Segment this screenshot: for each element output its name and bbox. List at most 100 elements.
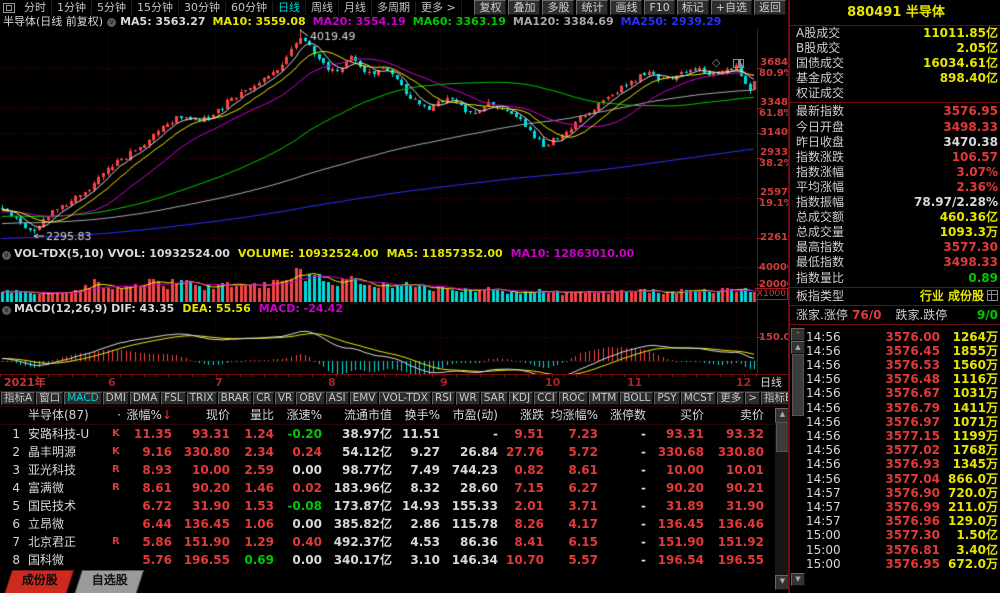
- column-header-流通市值[interactable]: 流通市值: [326, 406, 396, 424]
- indicator-tab-CCI[interactable]: CCI: [534, 392, 558, 405]
- period-tab-月线[interactable]: 月线: [339, 1, 372, 15]
- column-header-涨幅%[interactable]: 涨幅%↓: [126, 406, 176, 424]
- column-header-换手%[interactable]: 换手%: [396, 406, 444, 424]
- action-button-标记[interactable]: 标记: [677, 0, 709, 15]
- diamond-tool-icon[interactable]: ◇: [712, 57, 720, 68]
- period-tab-更多 >[interactable]: 更多 >: [416, 1, 462, 15]
- indicator-tab-ASI[interactable]: ASI: [326, 392, 349, 405]
- indicator-tab-MACD[interactable]: MACD: [64, 392, 101, 405]
- period-tab-60分钟[interactable]: 60分钟: [226, 1, 273, 15]
- tick-scrollbar[interactable]: - ▲ ▼: [791, 328, 803, 584]
- pane-label-item: MACD: -24.42: [259, 302, 343, 315]
- table-row[interactable]: 3亚光科技R8.9310.002.590.0098.77亿7.49744.230…: [0, 461, 774, 479]
- period-tab-1分钟[interactable]: 1分钟: [52, 1, 92, 15]
- indicator-tab-KDJ[interactable]: KDJ: [509, 392, 533, 405]
- column-header-涨跌[interactable]: 涨跌: [502, 406, 548, 424]
- indicator-tab-FSL[interactable]: FSL: [161, 392, 185, 405]
- window-icon[interactable]: [3, 3, 15, 13]
- bottom-tab-成份股[interactable]: 成份股: [4, 570, 74, 593]
- action-button-叠加[interactable]: 叠加: [508, 0, 540, 15]
- period-tab-日线[interactable]: 日线: [273, 1, 306, 15]
- period-tab-30分钟[interactable]: 30分钟: [179, 1, 226, 15]
- indicator-tab-RSI[interactable]: RSI: [432, 392, 455, 405]
- indicator-tab-指标A[interactable]: 指标A: [1, 392, 35, 405]
- tick-row: 14:563576.451855万: [806, 344, 998, 358]
- table-row[interactable]: 5国民技术6.7231.901.53-0.08173.87亿14.93155.3…: [0, 497, 774, 515]
- month-label: 9: [440, 375, 448, 391]
- indicator-tab-PSY[interactable]: PSY: [654, 392, 679, 405]
- column-header-涨速%[interactable]: 涨速%: [278, 406, 326, 424]
- table-row[interactable]: 4富满微R8.6190.201.460.02183.96亿8.3228.607.…: [0, 479, 774, 497]
- tick-row: 14:563576.531560万: [806, 358, 998, 372]
- table-scrollbar[interactable]: ▲ ▼: [775, 408, 788, 590]
- bottom-tab-自选股[interactable]: 自选股: [74, 570, 144, 593]
- column-header-量比[interactable]: 量比: [234, 406, 278, 424]
- action-button-返回[interactable]: 返回: [754, 0, 786, 15]
- grid-icon[interactable]: [987, 290, 998, 301]
- table-row[interactable]: 8国科微5.76196.550.690.00340.17亿3.10146.341…: [0, 551, 774, 569]
- indicator-tab-WR[interactable]: WR: [456, 392, 480, 405]
- period-tab-分时[interactable]: 分时: [19, 1, 52, 15]
- indicator-tab-VR[interactable]: VR: [275, 392, 295, 405]
- action-button-F10[interactable]: F10: [644, 0, 674, 15]
- table-row[interactable]: 6立昂微6.44136.451.060.00385.82亿2.86115.788…: [0, 515, 774, 533]
- tick-row: 15:003577.301.50亿: [806, 528, 998, 542]
- period-tab-周线[interactable]: 周线: [306, 1, 339, 15]
- scroll-up-icon[interactable]: ▲: [791, 341, 805, 354]
- column-header-涨停数[interactable]: 涨停数: [602, 406, 650, 424]
- action-button-多股[interactable]: 多股: [542, 0, 574, 15]
- column-header-市盈(动)[interactable]: 市盈(动): [444, 406, 502, 424]
- indicator-tab-MTM[interactable]: MTM: [589, 392, 620, 405]
- table-group-header[interactable]: 半导体(87): [24, 406, 112, 424]
- indicator-tab-DMA[interactable]: DMA: [130, 392, 160, 405]
- minimize-icon[interactable]: -: [791, 328, 805, 341]
- month-label: 10: [545, 375, 560, 391]
- indicator-tab-VOL-TDX[interactable]: VOL-TDX: [379, 392, 430, 405]
- indicator-tab-TRIX[interactable]: TRIX: [187, 392, 217, 405]
- indicator-tab-SAR[interactable]: SAR: [481, 392, 508, 405]
- action-button-画线[interactable]: 画线: [610, 0, 642, 15]
- indicator-tab-CR[interactable]: CR: [253, 392, 274, 405]
- indicator-tab-窗口[interactable]: 窗口: [36, 392, 63, 405]
- collapse-icon[interactable]: v: [2, 306, 11, 315]
- indicator-tab-EMV[interactable]: EMV: [350, 392, 379, 405]
- chevron-down-icon[interactable]: v: [107, 18, 116, 27]
- action-button-统计[interactable]: 统计: [576, 0, 608, 15]
- collapse-icon[interactable]: v: [2, 251, 11, 260]
- indicator-tab->[interactable]: >: [745, 392, 760, 405]
- column-header-现价[interactable]: 现价: [176, 406, 234, 424]
- table-row[interactable]: 2晶丰明源K9.16330.802.340.2454.12亿9.2726.842…: [0, 443, 774, 461]
- macd-level-label: 150.0: [759, 333, 788, 343]
- period-tab-多周期[interactable]: 多周期: [372, 1, 416, 15]
- candlestick-chart[interactable]: [0, 29, 757, 247]
- column-header-均涨幅%[interactable]: 均涨幅%: [548, 406, 602, 424]
- panel-toggle-icon[interactable]: [733, 59, 744, 68]
- price-level-label: 2597: [759, 188, 788, 198]
- action-button-复权[interactable]: 复权: [474, 0, 506, 15]
- info-row: 指数涨跌106.57: [790, 150, 1000, 165]
- indicator-tab-BRAR[interactable]: BRAR: [218, 392, 253, 405]
- action-button-+自选[interactable]: +自选: [711, 0, 752, 15]
- table-row[interactable]: 7北京君正R5.86151.901.290.40492.37亿4.5386.36…: [0, 533, 774, 551]
- column-header-卖价[interactable]: 卖价: [708, 406, 768, 424]
- top-toolbar: 分时1分钟5分钟15分钟30分钟60分钟日线周线月线多周期更多 > 复权叠加多股…: [0, 0, 788, 15]
- volume-pane: vVOL-TDX(5,10) VVOL: 10932524.00VOLUME: …: [0, 247, 788, 303]
- period-tab-15分钟[interactable]: 15分钟: [132, 1, 179, 15]
- column-header-买价[interactable]: 买价: [650, 406, 708, 424]
- constituent-table: 半导体(87)·涨幅%↓现价量比涨速%流通市值换手%市盈(动)涨跌均涨幅%涨停数…: [0, 406, 774, 568]
- scroll-down-icon[interactable]: ▼: [791, 573, 805, 586]
- scrollbar-thumb[interactable]: [792, 354, 804, 416]
- time-axis: 2021年 日线 6789101112: [0, 374, 788, 392]
- indicator-tab-MCST[interactable]: MCST: [681, 392, 716, 405]
- indicator-tab-更多[interactable]: 更多: [717, 392, 744, 405]
- indicator-tab-DMI[interactable]: DMI: [103, 392, 129, 405]
- tick-row: 14:573576.96129.0万: [806, 514, 998, 528]
- period-tab-5分钟[interactable]: 5分钟: [92, 1, 132, 15]
- indicator-tab-OBV[interactable]: OBV: [296, 392, 324, 405]
- indicator-tab-ROC[interactable]: ROC: [559, 392, 588, 405]
- symbol-title: 880491 半导体: [790, 0, 1000, 26]
- indicator-tab-BOLL[interactable]: BOLL: [620, 392, 653, 405]
- table-row[interactable]: 1安路科技-UK11.3593.311.24-0.2038.97亿11.51-9…: [0, 425, 774, 443]
- volume-axis: 4000020000X1000: [757, 247, 789, 302]
- tick-row: 14:563576.971071万: [806, 415, 998, 429]
